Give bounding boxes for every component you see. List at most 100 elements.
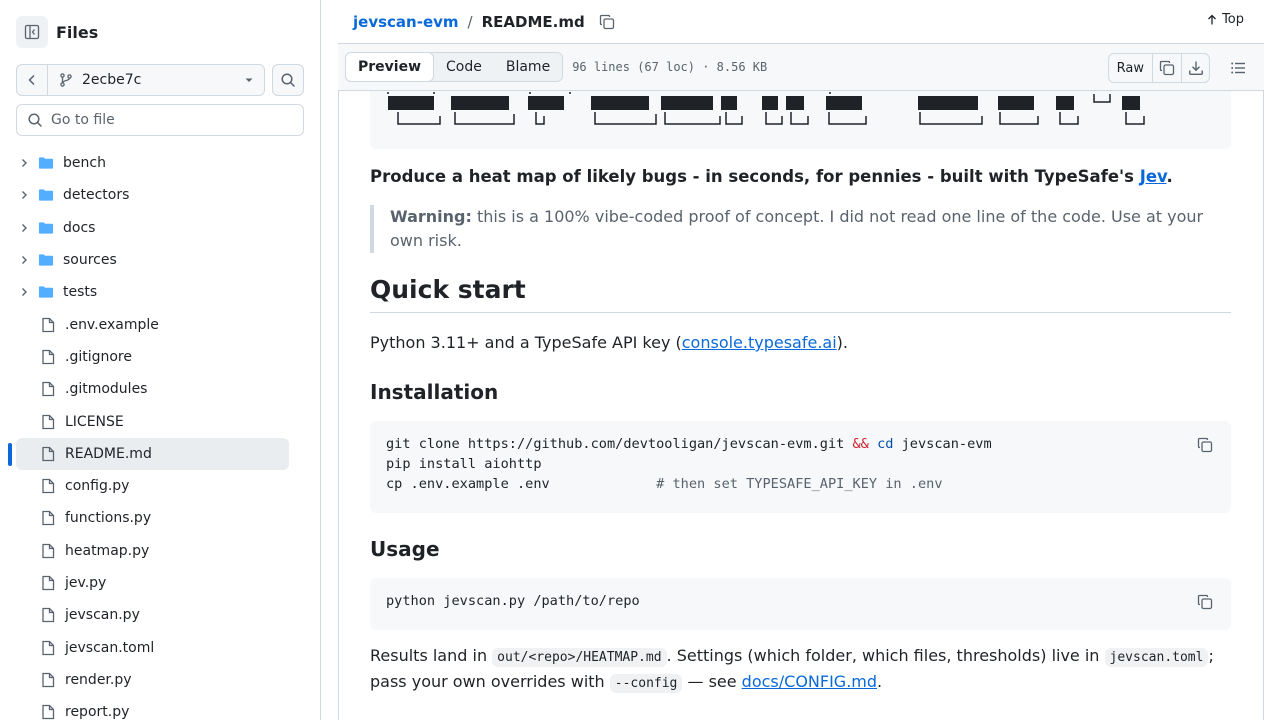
search-icon (28, 113, 42, 127)
git-branch-icon (60, 73, 72, 87)
file-icon (42, 414, 55, 429)
tree-file-gitmodules[interactable]: .gitmodules (16, 373, 289, 405)
tree-file-heatmap-py[interactable]: heatmap.py (16, 535, 289, 567)
code-line-1: git clone https://github.com/devtooligan… (386, 436, 992, 452)
tree-file-jevscan-toml[interactable]: jevscan.toml (16, 631, 289, 663)
file-icon (42, 478, 55, 494)
folder-icon (38, 189, 54, 202)
folder-icon (38, 222, 54, 234)
breadcrumb-repo-link[interactable]: jevscan-evm (353, 13, 459, 31)
tree-item-label: report.py (65, 704, 130, 720)
file-info: 96 lines (67 loc) · 8.56 KB (572, 60, 768, 74)
tree-folder-tests[interactable]: tests (16, 276, 289, 308)
jev-link[interactable]: Jev (1140, 167, 1167, 186)
results-paragraph: Results land in out/<repo>/HEATMAP.md. S… (370, 646, 1214, 693)
tab-code[interactable]: Code (434, 53, 494, 81)
console-link[interactable]: console.typesafe.ai (682, 333, 837, 352)
tree-file-readme[interactable]: README.md (8, 437, 289, 470)
copy-code-button[interactable] (1195, 435, 1215, 455)
tree-file-report-py[interactable]: report.py (16, 696, 289, 720)
tree-item-label: render.py (65, 671, 132, 688)
quick-start-text: Python 3.11+ and a TypeSafe API key ( (370, 333, 682, 352)
inline-code-heatmap-path: out/<repo>/HEATMAP.md (492, 648, 667, 667)
chevron-right-icon (22, 159, 27, 168)
back-to-top-button[interactable]: Top (1206, 12, 1244, 27)
tree-item-label: .gitmodules (65, 381, 148, 398)
warning-label: Warning: (390, 207, 472, 226)
view-mode-tabs: Preview Code Blame (345, 52, 564, 82)
usage-code-block: python jevscan.py /path/to/repo (370, 578, 1231, 630)
download-button[interactable] (1181, 54, 1209, 82)
tree-item-label: .gitignore (65, 348, 132, 365)
download-icon (1188, 61, 1203, 75)
list-unordered-icon (1231, 62, 1245, 74)
tree-file-config-py[interactable]: config.py (16, 470, 289, 502)
tree-item-label: tests (63, 284, 98, 301)
tree-folder-docs[interactable]: docs (16, 212, 289, 244)
search-icon (281, 73, 295, 87)
file-icon (42, 543, 55, 558)
copy-icon (599, 14, 614, 29)
install-code-block: git clone https://github.com/devtooligan… (370, 421, 1231, 513)
file-tree: bench detectors docs sources tests .env.… (8, 147, 289, 720)
tree-item-label: jevscan.toml (65, 639, 155, 656)
tree-file-gitignore[interactable]: .gitignore (16, 341, 289, 373)
chevron-right-icon (22, 223, 27, 232)
file-toolbar: Preview Code Blame 96 lines (67 loc) · 8… (338, 44, 1264, 91)
tree-file-env-example[interactable]: .env.example (16, 308, 289, 340)
tree-item-label: heatmap.py (65, 542, 150, 559)
copy-raw-button[interactable] (1153, 54, 1181, 82)
go-to-file-input[interactable] (51, 112, 291, 128)
collapse-sidebar-button[interactable] (16, 16, 48, 48)
file-icon (42, 608, 55, 623)
tree-item-label: sources (63, 252, 117, 269)
go-to-file-field[interactable] (16, 104, 304, 136)
active-indicator (8, 442, 12, 466)
file-icon (42, 705, 55, 720)
tree-folder-sources[interactable]: sources (16, 244, 289, 276)
lead-end: . (1166, 167, 1173, 186)
tree-file-render-py[interactable]: render.py (16, 664, 289, 696)
breadcrumb: jevscan-evm / README.md Top (338, 0, 1264, 44)
tree-file-functions-py[interactable]: functions.py (16, 502, 289, 534)
readme-lead: Produce a heat map of likely bugs - in s… (370, 167, 1173, 186)
outline-button[interactable] (1224, 54, 1252, 82)
chevron-left-icon (28, 74, 35, 86)
inline-code-jevscan-toml: jevscan.toml (1104, 648, 1209, 667)
tree-folder-detectors[interactable]: detectors (16, 179, 289, 211)
code-line-2: pip install aiohttp (386, 456, 542, 472)
file-icon (42, 446, 55, 461)
tree-file-license[interactable]: LICENSE (16, 405, 289, 437)
ascii-art-banner (370, 91, 1231, 149)
tree-item-label: functions.py (65, 510, 152, 527)
file-view: jevscan-evm / README.md Top Preview Code… (338, 0, 1264, 720)
copy-path-button[interactable] (599, 14, 615, 30)
config-docs-link[interactable]: docs/CONFIG.md (742, 672, 877, 691)
sidebar-collapse-icon (24, 24, 40, 40)
quick-start-paragraph: Python 3.11+ and a TypeSafe API key (con… (370, 333, 848, 352)
tree-file-jev-py[interactable]: jev.py (16, 567, 289, 599)
file-icon (42, 349, 55, 365)
branch-row: 2ecbe7c (16, 64, 304, 96)
copy-code-button[interactable] (1195, 592, 1215, 612)
chevron-right-icon (22, 288, 27, 297)
folder-icon (38, 286, 54, 298)
lead-text: Produce a heat map of likely bugs - in s… (370, 167, 1140, 186)
branch-selector[interactable]: 2ecbe7c (48, 64, 265, 96)
raw-button[interactable]: Raw (1109, 54, 1153, 82)
sidebar-header: Files (16, 16, 98, 48)
tab-preview[interactable]: Preview (345, 52, 435, 82)
heading-quick-start: Quick start (370, 275, 1231, 313)
toolbar-actions: Raw (1107, 53, 1252, 83)
breadcrumb-separator: / (467, 12, 473, 31)
warning-text: this is a 100% vibe-coded proof of conce… (390, 207, 1204, 250)
warning-blockquote: Warning: this is a 100% vibe-coded proof… (370, 205, 1231, 253)
tab-blame[interactable]: Blame (494, 53, 562, 81)
tree-item-label: LICENSE (65, 413, 124, 430)
tree-item-label: config.py (65, 478, 130, 495)
search-files-button[interactable] (272, 64, 304, 96)
tree-folder-bench[interactable]: bench (16, 147, 289, 179)
tree-item-label: docs (63, 219, 96, 236)
tree-file-jevscan-py[interactable]: jevscan.py (16, 599, 289, 631)
back-button[interactable] (16, 64, 48, 96)
